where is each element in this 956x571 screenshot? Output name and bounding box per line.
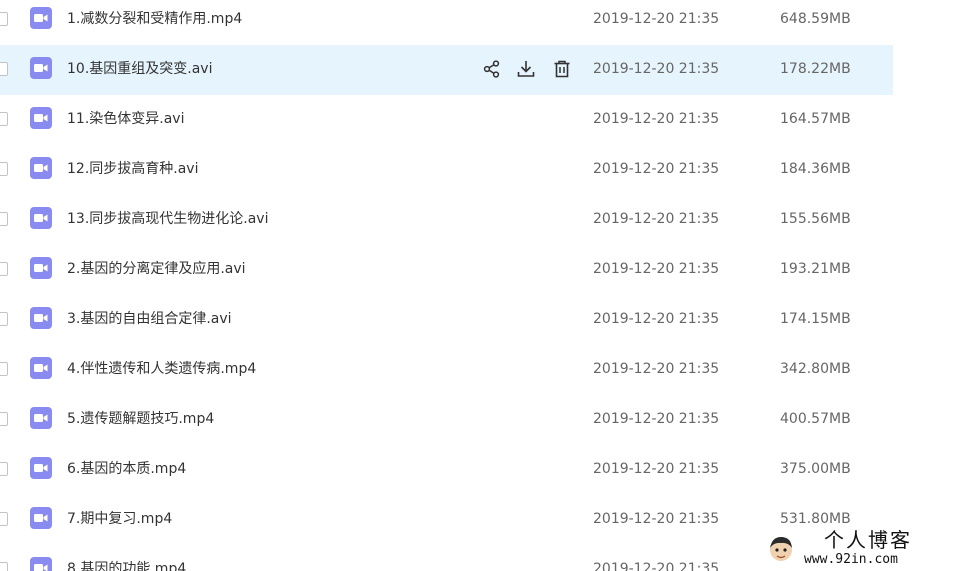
file-row[interactable]: 13.同步拔高现代生物进化论.avi 2019-12-20 21:35 155.56… <box>0 195 893 245</box>
file-size: 178.22MB <box>780 61 851 77</box>
file-row[interactable]: 4.伴性遗传和人类遗传病.mp4 2019-12-20 21:35 342.80MB <box>0 345 893 395</box>
row-checkbox[interactable] <box>0 562 8 571</box>
row-checkbox[interactable] <box>0 462 8 476</box>
file-date: 2019-12-20 21:35 <box>593 61 720 77</box>
row-checkbox[interactable] <box>0 412 8 426</box>
row-checkbox[interactable] <box>0 62 8 76</box>
file-name[interactable]: 7.期中复习.mp4 <box>67 510 172 528</box>
row-checkbox[interactable] <box>0 362 8 376</box>
row-checkbox[interactable] <box>0 262 8 276</box>
file-size: 531.80MB <box>780 511 851 527</box>
file-row[interactable]: 7.期中复习.mp4 2019-12-20 21:35 531.80MB <box>0 495 893 545</box>
file-date: 2019-12-20 21:35 <box>593 361 720 377</box>
download-icon[interactable] <box>516 59 536 79</box>
file-name[interactable]: 10.基因重组及突变.avi <box>67 60 212 78</box>
row-checkbox[interactable] <box>0 12 8 26</box>
file-size: 342.80MB <box>780 361 851 377</box>
video-file-icon <box>30 557 52 571</box>
video-file-icon <box>30 507 52 529</box>
video-file-icon <box>30 207 52 229</box>
file-name[interactable]: 5.遗传题解题技巧.mp4 <box>67 410 214 428</box>
file-row[interactable]: 5.遗传题解题技巧.mp4 2019-12-20 21:35 400.57MB <box>0 395 893 445</box>
file-size: 174.15MB <box>780 311 851 327</box>
share-icon[interactable] <box>482 59 502 79</box>
file-size: 400.57MB <box>780 411 851 427</box>
video-file-icon <box>30 307 52 329</box>
video-file-icon <box>30 357 52 379</box>
file-size: 184.36MB <box>780 161 851 177</box>
file-row[interactable]: 2.基因的分离定律及应用.avi 2019-12-20 21:35 193.21MB <box>0 245 893 295</box>
video-file-icon <box>30 157 52 179</box>
file-date: 2019-12-20 21:35 <box>593 11 720 27</box>
file-size: 164.57MB <box>780 111 851 127</box>
file-row[interactable]: 10.基因重组及突变.avi 2019-12-20 21:35 178.22MB <box>0 45 893 95</box>
file-row[interactable]: 3.基因的自由组合定律.avi 2019-12-20 21:35 174.15MB <box>0 295 893 345</box>
file-name[interactable]: 8.基因的功能.mp4 <box>67 560 186 571</box>
row-checkbox[interactable] <box>0 162 8 176</box>
file-date: 2019-12-20 21:35 <box>593 411 720 427</box>
file-list: 1.减数分裂和受精作用.mp4 2019-12-20 21:35 648.59MB 1… <box>0 0 956 571</box>
file-date: 2019-12-20 21:35 <box>593 211 720 227</box>
file-name[interactable]: 3.基因的自由组合定律.avi <box>67 310 232 328</box>
file-row[interactable]: 12.同步拔高育种.avi 2019-12-20 21:35 184.36MB <box>0 145 893 195</box>
file-date: 2019-12-20 21:35 <box>593 311 720 327</box>
video-file-icon <box>30 57 52 79</box>
file-size: 155.56MB <box>780 211 851 227</box>
file-date: 2019-12-20 21:35 <box>593 511 720 527</box>
file-date: 2019-12-20 21:35 <box>593 461 720 477</box>
file-date: 2019-12-20 21:35 <box>593 161 720 177</box>
file-name[interactable]: 12.同步拔高育种.avi <box>67 160 198 178</box>
file-size: 193.21MB <box>780 261 851 277</box>
video-file-icon <box>30 457 52 479</box>
file-name[interactable]: 11.染色体变异.avi <box>67 110 184 128</box>
file-date: 2019-12-20 21:35 <box>593 561 720 571</box>
file-name[interactable]: 4.伴性遗传和人类遗传病.mp4 <box>67 360 256 378</box>
watermark-url: www.92in.com <box>804 552 898 567</box>
watermark-title: 个人博客 <box>824 528 912 552</box>
row-checkbox[interactable] <box>0 112 8 126</box>
video-file-icon <box>30 7 52 29</box>
row-checkbox[interactable] <box>0 312 8 326</box>
avatar-icon <box>770 537 792 561</box>
watermark: 个人博客 www.92in.com <box>762 528 956 571</box>
file-row[interactable]: 6.基因的本质.mp4 2019-12-20 21:35 375.00MB <box>0 445 893 495</box>
video-file-icon <box>30 407 52 429</box>
row-checkbox[interactable] <box>0 512 8 526</box>
row-checkbox[interactable] <box>0 212 8 226</box>
video-file-icon <box>30 257 52 279</box>
file-size: 375.00MB <box>780 461 851 477</box>
file-date: 2019-12-20 21:35 <box>593 261 720 277</box>
file-size: 648.59MB <box>780 11 851 27</box>
delete-icon[interactable] <box>552 59 572 79</box>
file-name[interactable]: 13.同步拔高现代生物进化论.avi <box>67 210 268 228</box>
file-name[interactable]: 2.基因的分离定律及应用.avi <box>67 260 246 278</box>
video-file-icon <box>30 107 52 129</box>
file-name[interactable]: 1.减数分裂和受精作用.mp4 <box>67 10 242 28</box>
file-row[interactable]: 8.基因的功能.mp4 2019-12-20 21:35 <box>0 545 893 571</box>
file-row[interactable]: 11.染色体变异.avi 2019-12-20 21:35 164.57MB <box>0 95 893 145</box>
file-row[interactable]: 1.减数分裂和受精作用.mp4 2019-12-20 21:35 648.59MB <box>0 0 893 45</box>
file-date: 2019-12-20 21:35 <box>593 111 720 127</box>
file-name[interactable]: 6.基因的本质.mp4 <box>67 460 186 478</box>
